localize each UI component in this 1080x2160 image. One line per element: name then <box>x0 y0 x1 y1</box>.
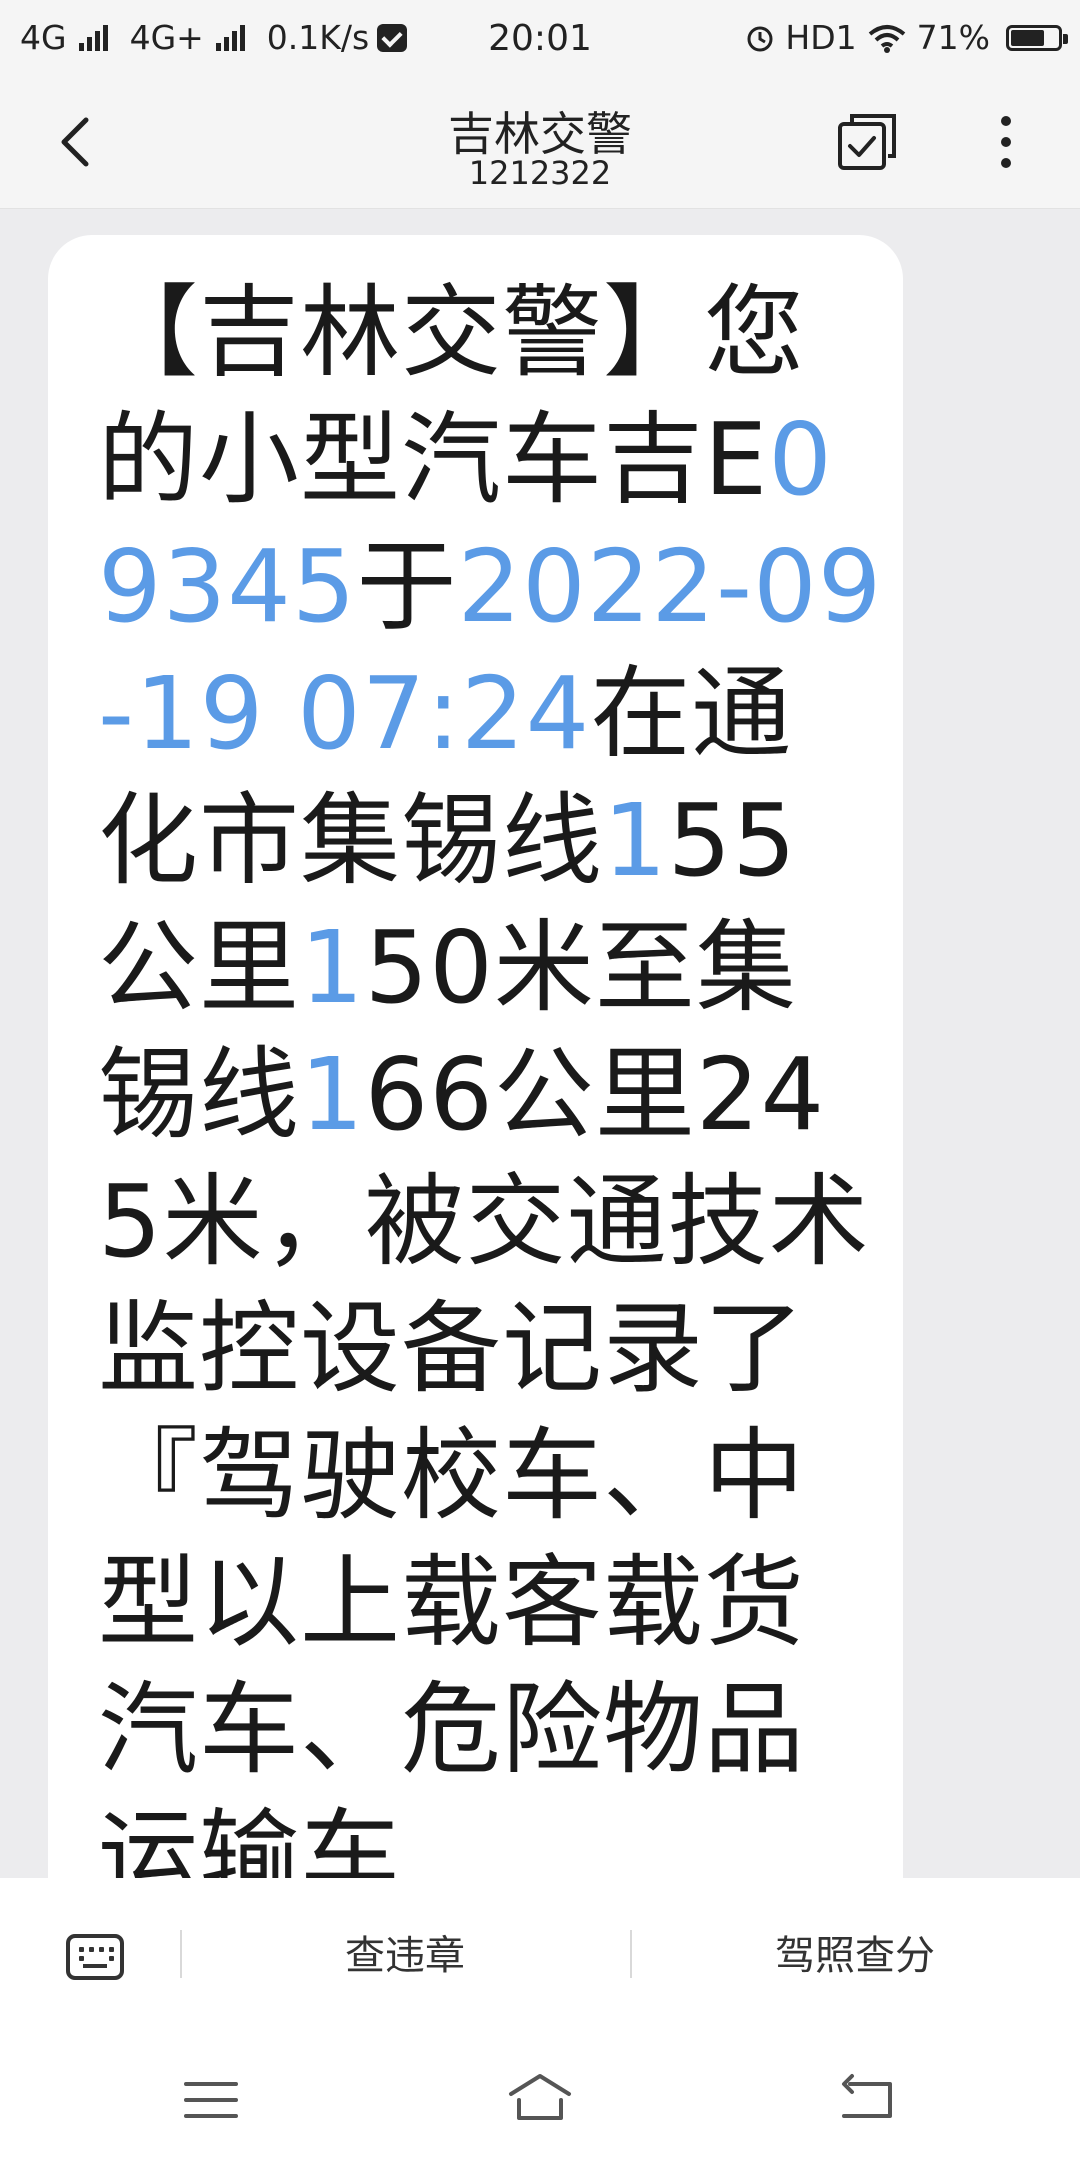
message-bubble[interactable]: 【吉林交警】您的小型汽车吉E09345于2022-09-19 07:24在通化市… <box>48 235 903 1879</box>
sender-number: 1212322 <box>468 154 612 192</box>
message-text-segment: 【吉林交警】您的小型汽车吉E <box>98 274 805 518</box>
menu-nav-button[interactable] <box>176 2070 246 2130</box>
message-link-segment[interactable]: 1 <box>603 782 668 899</box>
service-menu-bar: 查违章 驾照查分 <box>0 1878 1080 2040</box>
alarm-icon <box>747 26 773 51</box>
home-nav-button[interactable] <box>505 2070 575 2130</box>
keyboard-icon <box>83 1964 107 1968</box>
battery-icon <box>1006 24 1068 51</box>
screen: 4G 4G+ 0.1K/s 20:01 HD1 71% 吉林交警 1212322… <box>0 0 1080 2160</box>
keyboard-toggle-button[interactable] <box>66 1934 124 1980</box>
message-link-segment[interactable]: 1 <box>300 909 365 1026</box>
message-list[interactable]: 【吉林交警】您的小型汽车吉E09345于2022-09-19 07:24在通化市… <box>0 209 1080 1879</box>
more-dot-icon <box>1001 137 1011 147</box>
menu-check-violations[interactable]: 查违章 <box>182 1926 628 1986</box>
hd-indicator: HD1 <box>785 18 857 57</box>
status-bar: 4G 4G+ 0.1K/s 20:01 HD1 71% <box>0 0 1080 76</box>
battery-percent: 71% <box>916 18 990 57</box>
back-nav-button[interactable] <box>832 2070 902 2130</box>
mark-read-button[interactable] <box>836 110 900 174</box>
more-options-button[interactable] <box>986 110 1026 174</box>
menu-license-points[interactable]: 驾照查分 <box>632 1926 1078 1986</box>
message-text-segment: 66公里245米，被交通技术监控设备记录了『驾驶校车、中型以上载客载货汽车、危险… <box>98 1036 870 1879</box>
battery-fill <box>1011 29 1044 46</box>
navigation-bar <box>0 2040 1080 2160</box>
more-dot-icon <box>1001 116 1011 126</box>
message-link-segment[interactable]: 1 <box>300 1036 365 1153</box>
status-right: HD1 71% <box>745 18 1068 57</box>
conversation-header: 吉林交警 1212322 <box>0 76 1080 209</box>
message-text-segment: 于 <box>356 528 458 645</box>
wifi-icon <box>868 24 905 53</box>
message-text: 【吉林交警】您的小型汽车吉E09345于2022-09-19 07:24在通化市… <box>98 269 888 1879</box>
more-dot-icon <box>1001 158 1011 168</box>
